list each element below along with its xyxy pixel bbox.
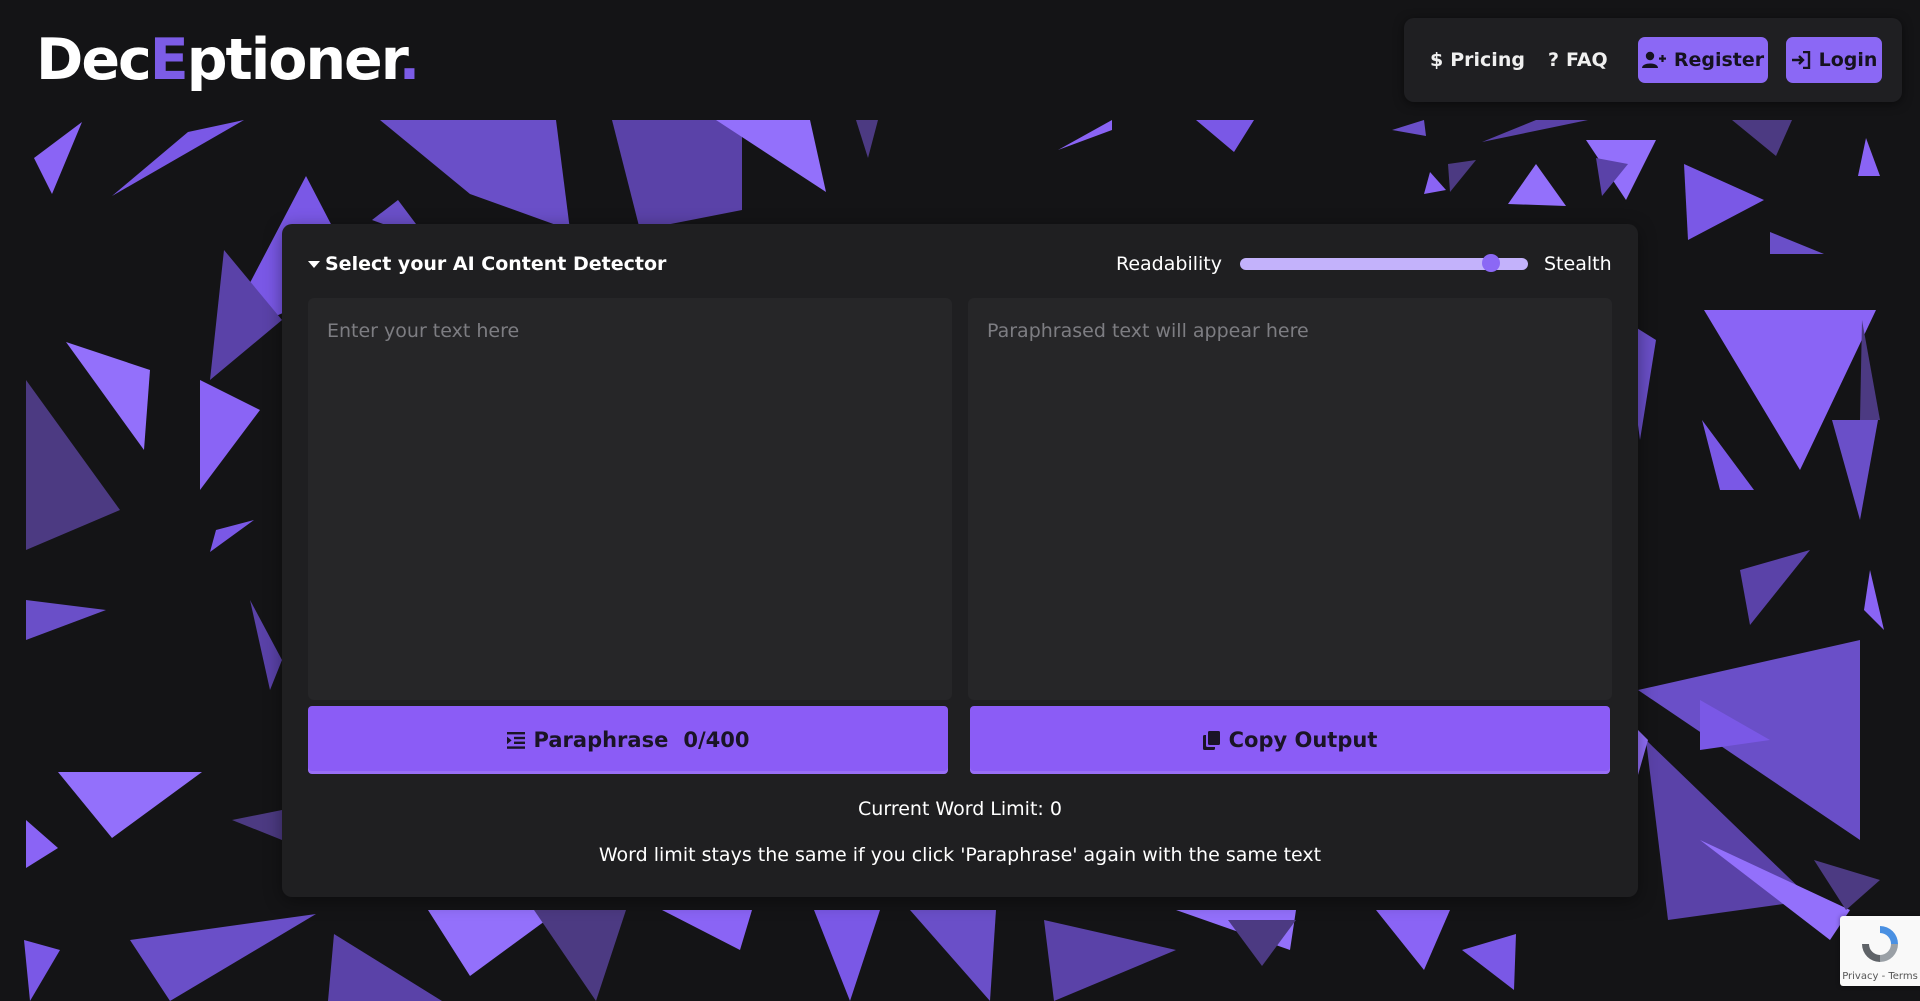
background-triangle: [1864, 570, 1884, 630]
detector-label: Select your AI Content Detector: [325, 253, 667, 275]
background-triangle: [232, 810, 282, 840]
copy-output-label: Copy Output: [1228, 728, 1378, 752]
brand-logo[interactable]: DecEptioner.: [36, 24, 421, 96]
background-triangle: [534, 910, 626, 1001]
readability-stealth-slider[interactable]: [1240, 254, 1528, 272]
brand-accent-letter: E: [149, 27, 189, 93]
site-header: DecEptioner. $ Pricing ? FAQ Register Lo: [0, 0, 1920, 120]
caret-down-icon: [308, 260, 320, 268]
background-triangle: [130, 914, 316, 1001]
background-triangle: [1832, 420, 1878, 520]
background-triangle: [1482, 120, 1588, 142]
background-triangle: [200, 380, 260, 490]
brand-prefix: Dec: [36, 27, 152, 93]
nav-pricing-label: Pricing: [1450, 49, 1525, 71]
background-triangle: [910, 910, 996, 1001]
background-triangle: [1376, 910, 1450, 970]
background-triangle: [1770, 232, 1824, 254]
register-label: Register: [1673, 49, 1765, 71]
background-triangle: [380, 120, 570, 230]
background-triangle: [210, 520, 254, 552]
background-triangle: [1424, 172, 1446, 194]
background-triangle: [34, 122, 82, 194]
background-triangle: [58, 772, 202, 838]
background-triangle: [1508, 164, 1566, 206]
background-triangle: [856, 120, 878, 158]
slider-thumb[interactable]: [1481, 254, 1500, 272]
word-limit-text: Current Word Limit: 0: [858, 798, 1062, 820]
brand-dot: .: [398, 27, 421, 93]
ai-detector-dropdown[interactable]: Select your AI Content Detector: [308, 252, 666, 276]
background-triangle: [1740, 550, 1810, 625]
copy-output-button[interactable]: Copy Output: [970, 706, 1610, 774]
paraphrase-label: Paraphrase: [533, 728, 669, 752]
background-triangle: [26, 820, 58, 868]
background-triangle: [814, 910, 880, 1001]
recaptcha-links[interactable]: Privacy - Terms: [1840, 971, 1920, 982]
word-count: 0/400: [683, 728, 750, 752]
output-textarea[interactable]: [968, 298, 1612, 700]
word-limit-note: Word limit stays the same if you click '…: [598, 844, 1322, 866]
recaptcha-icon: [1862, 926, 1898, 962]
background-triangle: [1462, 934, 1516, 990]
background-triangle: [328, 934, 442, 1001]
background-triangle: [1860, 320, 1880, 420]
background-triangle: [428, 910, 560, 976]
background-triangle: [1858, 138, 1880, 176]
input-textarea[interactable]: [308, 298, 952, 700]
login-label: Login: [1818, 49, 1878, 71]
login-button[interactable]: Login: [1786, 37, 1882, 83]
sign-in-icon: [1791, 51, 1810, 69]
nav-bar: $ Pricing ? FAQ Register Login: [1404, 18, 1902, 102]
background-triangle: [250, 600, 282, 690]
background-triangle: [66, 342, 150, 450]
background-triangle: [1196, 120, 1254, 152]
nav-faq-label: FAQ: [1566, 49, 1608, 71]
readability-label: Readability: [1116, 253, 1222, 275]
background-triangle: [1702, 420, 1754, 490]
background-triangle: [1448, 160, 1476, 192]
nav-faq-link[interactable]: ? FAQ: [1548, 42, 1608, 78]
background-triangle: [1044, 920, 1176, 1001]
background-triangle: [1058, 120, 1112, 150]
background-triangle: [612, 120, 742, 230]
nav-pricing-link[interactable]: $ Pricing: [1430, 42, 1525, 78]
register-button[interactable]: Register: [1638, 37, 1768, 83]
background-triangle: [1392, 120, 1426, 136]
brand-suffix: ptioner: [186, 27, 401, 93]
background-triangle: [26, 380, 120, 550]
background-triangle: [24, 940, 60, 1001]
user-plus-icon: [1641, 51, 1666, 68]
background-triangle: [112, 120, 244, 196]
background-triangle: [662, 910, 752, 950]
dollar-icon: $: [1430, 49, 1444, 71]
copy-icon: [1202, 730, 1220, 750]
indent-icon: [506, 731, 525, 749]
recaptcha-badge[interactable]: Privacy - Terms: [1840, 916, 1920, 986]
question-icon: ?: [1548, 49, 1560, 71]
background-triangle: [26, 600, 106, 640]
paraphrase-button[interactable]: Paraphrase 0/400: [308, 706, 948, 774]
background-triangle: [1684, 164, 1764, 240]
paraphrase-panel: Select your AI Content Detector Readabil…: [282, 224, 1638, 897]
stealth-label: Stealth: [1544, 253, 1612, 275]
background-triangle: [1732, 120, 1792, 156]
